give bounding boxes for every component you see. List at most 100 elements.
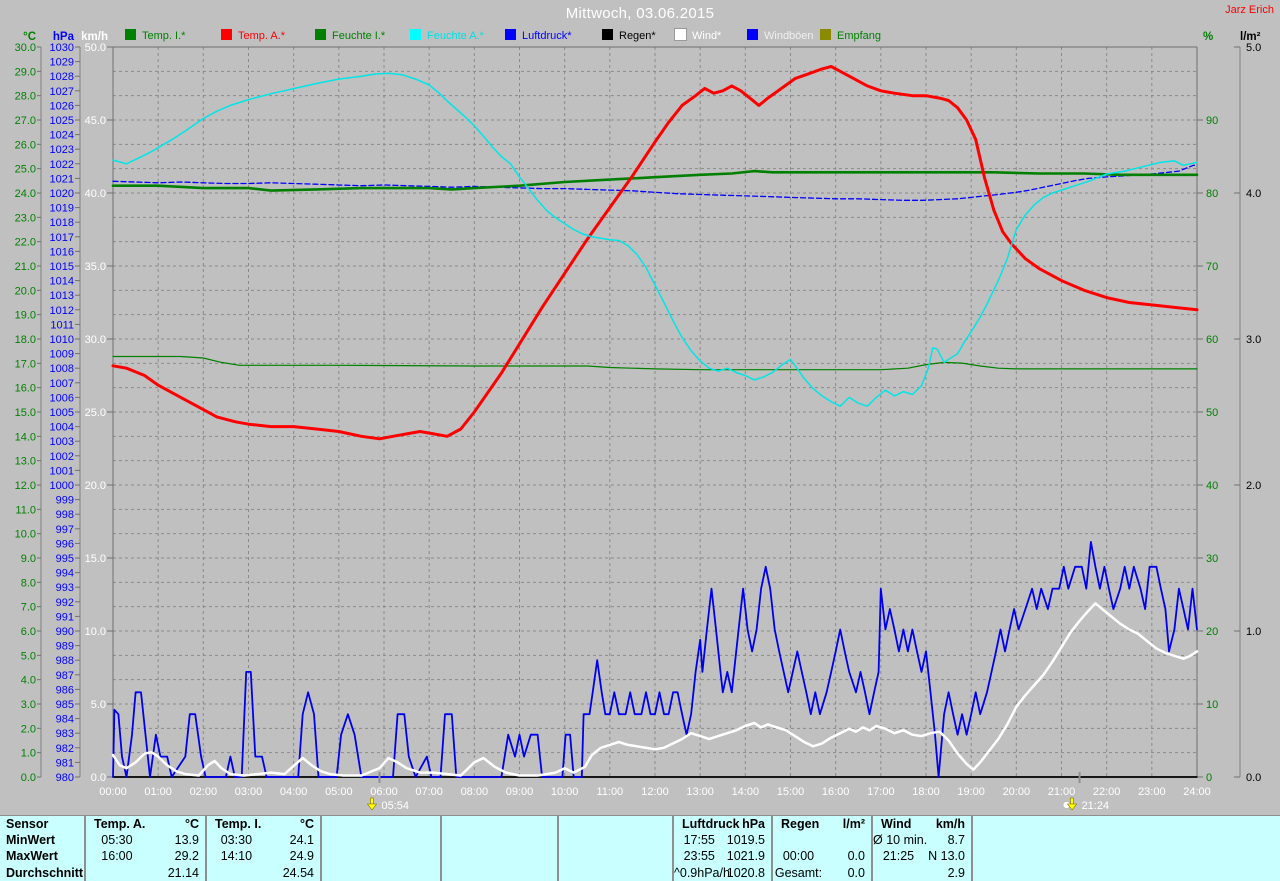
table-row: 21.14	[86, 865, 205, 881]
svg-text:1025: 1025	[50, 115, 74, 127]
svg-text:45.0: 45.0	[85, 115, 106, 127]
svg-text:18:00: 18:00	[912, 786, 940, 798]
summary-table: Sensor MinWert MaxWert Durchschnitt Temp. A.…	[0, 815, 1280, 881]
svg-text:25.0: 25.0	[85, 407, 106, 419]
svg-text:0.0: 0.0	[21, 772, 36, 784]
svg-text:3.0: 3.0	[21, 699, 36, 711]
table-row-label: Sensor	[0, 816, 84, 832]
svg-text:05:00: 05:00	[325, 786, 353, 798]
svg-text:996: 996	[56, 538, 74, 550]
svg-text:1.0: 1.0	[21, 748, 36, 760]
svg-text:989: 989	[56, 641, 74, 653]
svg-text:19.0: 19.0	[15, 310, 36, 322]
svg-text:1008: 1008	[50, 363, 74, 375]
svg-text:980: 980	[56, 772, 74, 784]
table-sensor-unit: hPa	[742, 817, 765, 832]
table-cell-time: Gesamt:	[774, 865, 823, 880]
svg-text:24:00: 24:00	[1183, 786, 1211, 798]
table-header-row: Temp. A. °C	[86, 816, 205, 832]
svg-text:993: 993	[56, 582, 74, 594]
svg-text:0.0: 0.0	[91, 772, 106, 784]
page-title: Mittwoch, 03.06.2015	[565, 5, 715, 22]
svg-text:02:00: 02:00	[190, 786, 218, 798]
table-cell-value: 1019.5	[726, 833, 765, 848]
table-header-row	[442, 816, 557, 832]
table-header-row: Luftdruck hPa	[674, 816, 771, 832]
svg-text:987: 987	[56, 670, 74, 682]
table-cell-time: 14:10	[220, 849, 253, 864]
table-row: 16:00 29.2	[86, 848, 205, 864]
table-sensor-name: Regen	[781, 817, 820, 832]
svg-text:983: 983	[56, 728, 74, 740]
axis-pct: % 0 10 20 30 40 50 60 70 80 90	[1197, 31, 1218, 784]
svg-text:4.0: 4.0	[1246, 188, 1261, 200]
table-cell-time: Ø 10 min.	[873, 833, 928, 848]
svg-text:30.0: 30.0	[15, 42, 36, 54]
svg-text:60: 60	[1206, 334, 1218, 346]
user-label: Jarz Erich	[1225, 4, 1274, 16]
plot-axes	[40, 46, 1241, 778]
svg-text:985: 985	[56, 699, 74, 711]
svg-text:990: 990	[56, 626, 74, 638]
svg-text:21.0: 21.0	[15, 261, 36, 273]
table-cell-time: 23:55	[683, 849, 715, 864]
svg-text:5.0: 5.0	[21, 650, 36, 662]
svg-text:12:00: 12:00	[641, 786, 669, 798]
axis-hPa: hPa9809819829839849859869879889899909919…	[50, 31, 80, 784]
svg-text:23.0: 23.0	[15, 212, 36, 224]
table-row	[559, 848, 672, 864]
svg-text:1010: 1010	[50, 334, 74, 346]
table-cell-time: ^0.9hPa/h	[674, 865, 730, 880]
table-cell-value: 13.9	[174, 833, 199, 848]
table-row	[322, 848, 440, 864]
svg-text:986: 986	[56, 684, 74, 696]
svg-text:01:00: 01:00	[144, 786, 172, 798]
svg-text:30: 30	[1206, 553, 1218, 565]
table-row	[773, 832, 871, 848]
table-cell-time: 00:00	[782, 849, 815, 864]
svg-text:50: 50	[1206, 407, 1218, 419]
svg-text:992: 992	[56, 597, 74, 609]
table-header-row: Regen l/m²	[773, 816, 871, 832]
table-row	[559, 865, 672, 881]
svg-text:00:00: 00:00	[99, 786, 127, 798]
table-cell-time: 17:55	[683, 833, 715, 848]
table-row: 14:10 24.9	[207, 848, 320, 864]
table-row: 24.54	[207, 865, 320, 881]
svg-text:995: 995	[56, 553, 74, 565]
svg-text:1002: 1002	[50, 451, 74, 463]
svg-text:90: 90	[1206, 115, 1218, 127]
table-row: 05:30 13.9	[86, 832, 205, 848]
table-sensor-unit: °C	[299, 817, 314, 832]
svg-text:29.0: 29.0	[15, 66, 36, 78]
table-group-empty-3	[442, 816, 559, 881]
svg-text:1005: 1005	[50, 407, 74, 419]
svg-text:30.0: 30.0	[85, 334, 106, 346]
svg-text:9.0: 9.0	[21, 553, 36, 565]
table-group-sensor: Sensor MinWert MaxWert Durchschnitt	[0, 816, 86, 881]
svg-text:15.0: 15.0	[15, 407, 36, 419]
svg-text:80: 80	[1206, 188, 1218, 200]
table-group-temp-a-: Temp. A. °C 05:30 13.9 16:00 29.2 21.14	[86, 816, 207, 881]
svg-text:1009: 1009	[50, 349, 74, 361]
svg-text:50.0: 50.0	[85, 42, 106, 54]
table-row: 2.9	[873, 865, 971, 881]
svg-text:10:00: 10:00	[551, 786, 579, 798]
table-cell-value: 0.0	[847, 849, 865, 864]
svg-text:1021: 1021	[50, 173, 74, 185]
svg-text:1.0: 1.0	[1246, 626, 1261, 638]
svg-text:70: 70	[1206, 261, 1218, 273]
table-sensor-name: Temp. I.	[215, 817, 262, 832]
svg-text:40.0: 40.0	[85, 188, 106, 200]
table-row	[973, 865, 1280, 881]
table-row: Ø 10 min. 8.7	[873, 832, 971, 848]
svg-text:10.0: 10.0	[85, 626, 106, 638]
svg-text:988: 988	[56, 655, 74, 667]
row-label: Sensor	[6, 817, 49, 832]
svg-text:997: 997	[56, 524, 74, 536]
svg-text:1015: 1015	[50, 261, 74, 273]
svg-text:15:00: 15:00	[777, 786, 805, 798]
row-label: MinWert	[6, 833, 56, 848]
table-group-regen: Regen l/m² 00:00 0.0 Gesamt: 0.0	[773, 816, 873, 881]
table-group-temp-i-: Temp. I. °C 03:30 24.1 14:10 24.9 24.54	[207, 816, 322, 881]
